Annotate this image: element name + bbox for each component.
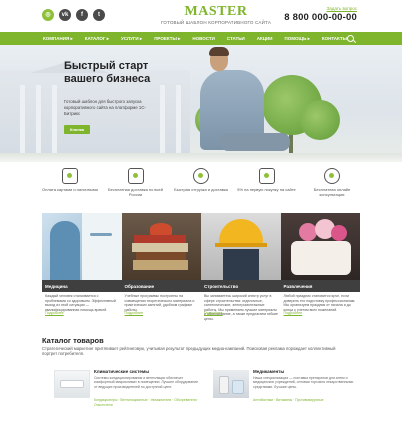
feature-label: Оплата картами и наличными: [42, 187, 98, 192]
hero-column: [160, 85, 165, 155]
climate-thumbnail: [54, 370, 90, 398]
nav-item-catalog[interactable]: КАТАЛОГ ▸: [85, 36, 109, 42]
hero-tree: [300, 100, 340, 140]
hero-column: [176, 85, 181, 155]
nav-item-contacts[interactable]: КОНТАКТЫ: [322, 36, 347, 41]
nav-item-news[interactable]: НОВОСТИ: [192, 36, 215, 41]
hero-title-line: вашего бизнеса: [64, 73, 151, 85]
feature-label: 5% на первую покупку на сайте: [237, 187, 296, 192]
card-title: Медицина: [45, 283, 68, 289]
entertainment-image: [280, 213, 360, 280]
catalog-item-description: Системы кондиционирования и вентиляции о…: [94, 376, 199, 389]
card-title-band: Развлечения: [280, 280, 360, 292]
nav-item-articles[interactable]: СТАТЬИ: [227, 36, 245, 41]
logo-subtitle: ГОТОВЫЙ ШАБЛОН КОРПОРАТИВНОГО САЙТА: [161, 20, 272, 25]
card-title: Строительство: [204, 283, 239, 289]
main-nav: КОМПАНИЯ ▸ КАТАЛОГ ▸ УСЛУГИ ▸ ПРОЕКТЫ ▸ …: [0, 32, 402, 45]
industry-card-entertainment[interactable]: Развлечения Любой праздник становится яр…: [280, 213, 360, 320]
feature-item: Бесплатная доставка по всей России: [106, 165, 166, 210]
card-title-band: Медицина: [42, 280, 122, 292]
construction-image: [201, 213, 281, 280]
hero-banner: Быстрый старт вашего бизнеса Готовый шаб…: [0, 45, 402, 162]
hero-title-line: Быстрый старт: [64, 60, 149, 72]
card-title-band: Образование: [121, 280, 201, 292]
hero-title: Быстрый старт вашего бизнеса: [64, 60, 150, 86]
clock-icon: [193, 168, 209, 184]
industry-card-construction[interactable]: Строительство Вы занимаетесь широкий спе…: [201, 213, 281, 321]
catalog-title: Каталог товаров: [42, 336, 104, 345]
card-icon: [62, 168, 78, 184]
site-header: ◎ vk f t MASTER ГОТОВЫЙ ШАБЛОН КОРПОРАТИ…: [0, 0, 402, 32]
card-text: Каждый человек сталкивается с проблемами…: [45, 294, 116, 312]
site-logo[interactable]: MASTER ГОТОВЫЙ ШАБЛОН КОРПОРАТИВНОГО САЙ…: [161, 4, 272, 26]
feature-label: Быстрая отгрузка и доставка: [174, 187, 228, 192]
catalog-item-description: Наша специализация — поставка препаратов…: [253, 376, 354, 389]
percent-icon: [258, 168, 275, 184]
nav-item-company[interactable]: КОМПАНИЯ ▸: [43, 36, 73, 42]
feature-item: Бесплатная онлайн консультация: [302, 165, 362, 210]
catalog-item-title[interactable]: Климатические системы: [94, 369, 149, 374]
vk-icon[interactable]: vk: [59, 9, 71, 21]
truck-icon: [127, 168, 144, 184]
feature-item: Оплата картами и наличными: [40, 165, 100, 210]
card-title-band: Строительство: [201, 280, 281, 292]
hero-button[interactable]: Кнопка: [64, 125, 90, 134]
card-title: Образование: [124, 283, 155, 289]
feature-item: 5% на первую покупку на сайте: [237, 165, 297, 210]
card-more-link[interactable]: Подробнее: [125, 311, 144, 315]
hero-man-hair: [209, 47, 229, 56]
logo-title: MASTER: [184, 4, 248, 19]
hero-column: [20, 85, 25, 155]
search-icon[interactable]: [347, 35, 354, 42]
industry-card-medicine[interactable]: Медицина Каждый человек сталкивается с п…: [42, 213, 122, 320]
phone-number[interactable]: 8 800 000-00-00: [284, 12, 357, 23]
catalog-item-subcategories[interactable]: Кондиционеры · Вентиляционные · Увлажнит…: [94, 398, 204, 407]
card-text: Учебные программы построены на совмещени…: [124, 294, 195, 312]
hero-description: Готовый шаблон для быстрого запуска корп…: [64, 99, 146, 116]
card-more-link[interactable]: Подробнее: [204, 311, 223, 315]
ask-question-link[interactable]: Задать вопрос: [327, 6, 357, 11]
feature-label: Бесплатная доставка по всей России: [108, 187, 163, 197]
card-text: Любой праздник становится ярче, если дов…: [283, 294, 356, 312]
card-title: Развлечения: [283, 283, 313, 289]
catalog-item-medicines[interactable]: Медикаменты Наша специализация — поставк…: [213, 368, 363, 423]
instagram-icon[interactable]: ◎: [42, 9, 54, 21]
catalog-item-subcategories[interactable]: Антибиотики · Витамины · Противовирусные: [253, 398, 363, 403]
education-image: [121, 213, 201, 280]
industry-cards: Медицина Каждый человек сталкивается с п…: [42, 213, 360, 321]
nav-item-services[interactable]: УСЛУГИ ▸: [121, 36, 142, 42]
chat-icon: [324, 168, 340, 184]
nav-item-projects[interactable]: ПРОЕКТЫ ▸: [154, 36, 180, 42]
nav-item-help[interactable]: ПОМОЩЬ ▸: [285, 36, 310, 42]
card-text: Вы занимаетесь широкий спектр услуг в сф…: [204, 294, 278, 321]
medicine-image: [42, 213, 122, 280]
feature-label: Бесплатная онлайн консультация: [313, 187, 351, 197]
hero-column: [52, 85, 57, 155]
twitter-icon[interactable]: t: [93, 9, 105, 21]
medicines-thumbnail: [213, 370, 249, 398]
industry-card-education[interactable]: Образование Учебные программы построены …: [121, 213, 201, 320]
card-more-link[interactable]: Подробнее: [284, 311, 303, 315]
catalog-intro: Стратегический маркетинг притягивает рей…: [42, 346, 336, 356]
card-more-link[interactable]: Подробнее: [45, 311, 64, 315]
facebook-icon[interactable]: f: [76, 9, 88, 21]
hero-ground: [0, 153, 402, 162]
hero-column: [36, 85, 41, 155]
catalog-item-title[interactable]: Медикаменты: [253, 369, 284, 374]
catalog-item-climate[interactable]: Климатические системы Системы кондициони…: [54, 368, 204, 423]
feature-item: Быстрая отгрузка и доставка: [171, 165, 231, 210]
hero-man-legs: [220, 133, 290, 151]
features-row: Оплата картами и наличными Бесплатная до…: [40, 165, 362, 210]
nav-item-promotions[interactable]: АКЦИИ: [257, 36, 273, 41]
